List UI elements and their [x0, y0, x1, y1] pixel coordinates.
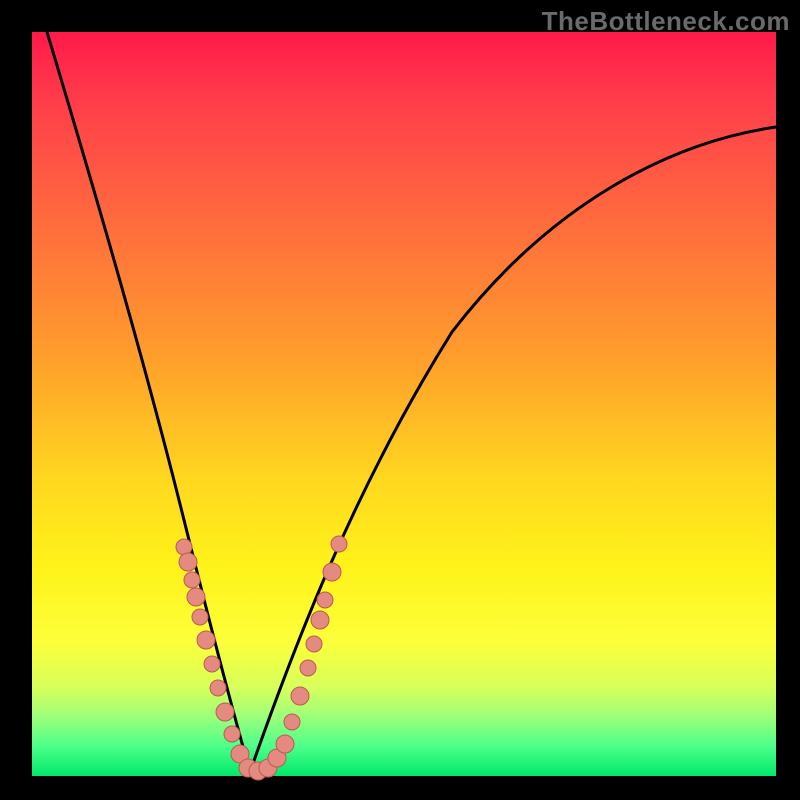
dot-cluster-left [176, 539, 240, 742]
plot-area [32, 32, 776, 776]
chart-canvas [32, 32, 776, 776]
watermark-text: TheBottleneck.com [542, 6, 790, 37]
chart-frame: TheBottleneck.com [0, 0, 800, 800]
curve-right-branch [250, 127, 776, 772]
dot-cluster-right [284, 536, 347, 730]
